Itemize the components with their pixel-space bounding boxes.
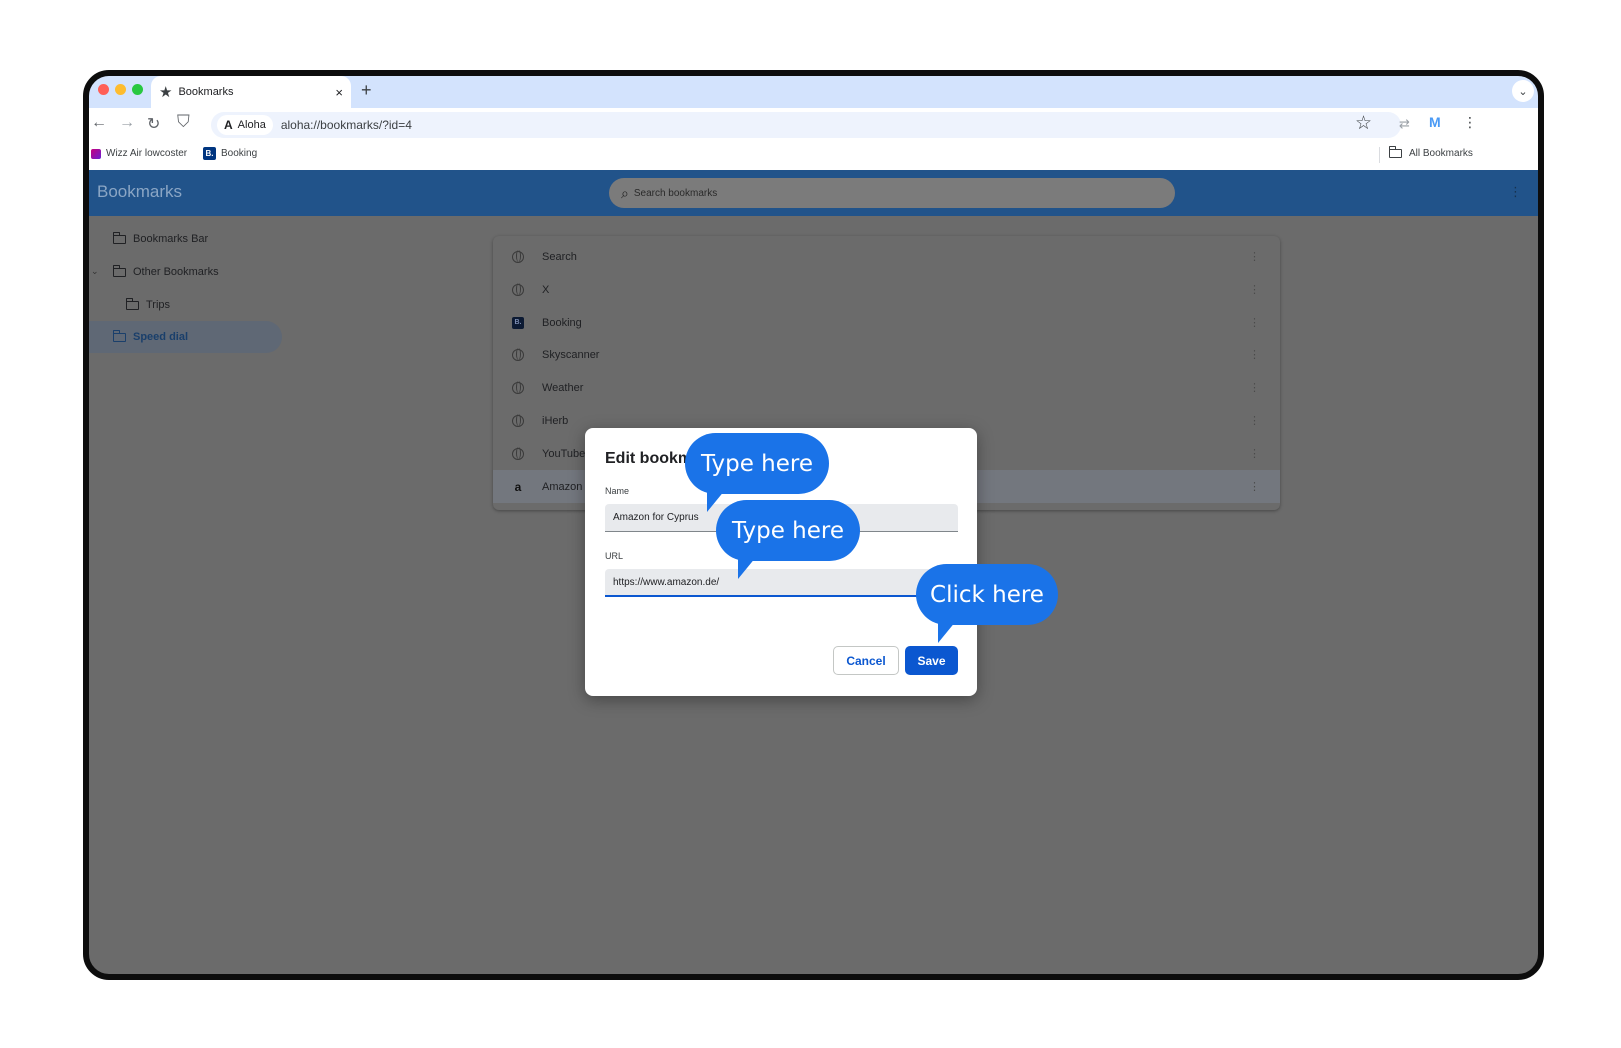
url-label: URL [605,551,624,561]
bookmark-title: Search [542,250,577,263]
cancel-button[interactable]: Cancel [833,646,899,675]
bookmark-title: Weather [542,381,584,394]
wizz-air-icon [91,148,101,159]
tab-bookmarks[interactable]: ★ Bookmarks × [151,76,351,108]
url-field[interactable] [605,569,958,597]
star-icon: ★ [159,84,173,101]
page-menu-icon[interactable]: ⋮ [1509,184,1522,200]
bookmark-title: Skyscanner [542,348,600,361]
folder-icon [1388,146,1402,158]
row-menu-icon[interactable]: ⋮ [1249,348,1260,361]
close-window-button[interactable] [98,84,109,95]
bookmark-label: Wizz Air lowcoster [106,148,188,159]
callout-click-save: Click here [916,564,1058,643]
profile-avatar[interactable]: M [1429,114,1441,130]
row-menu-icon[interactable]: ⋮ [1249,283,1260,296]
globe-icon [512,250,524,263]
all-bookmarks-button[interactable]: All Bookmarks [1388,146,1473,159]
list-item[interactable]: B. Booking ⋮ [493,306,1280,339]
list-item[interactable]: X ⋮ [493,273,1280,306]
sidebar-item-speed-dial[interactable]: Speed dial [89,321,282,353]
bookmark-title: Amazon [542,480,583,493]
forward-button[interactable]: → [119,114,135,132]
folder-icon [112,264,126,277]
search-icon: ⌕ [621,184,629,201]
row-menu-icon[interactable]: ⋮ [1249,447,1260,460]
bookmark-star-icon[interactable]: ☆ [1355,112,1372,135]
sidebar-item-label: Speed dial [133,331,189,343]
amazon-icon: a [514,479,522,494]
address-bar[interactable]: A Aloha aloha://bookmarks/?id=4 [211,112,1401,138]
folder-icon [112,329,126,342]
globe-icon [512,414,524,427]
sidebar-item-bookmarks-bar[interactable]: Bookmarks Bar [89,223,279,255]
maximize-window-button[interactable] [132,84,143,95]
shield-icon[interactable]: ⛉ [177,112,190,132]
tab-strip: ★ Bookmarks × + ⌄ [89,76,1538,108]
close-tab-icon[interactable]: × [335,85,343,100]
site-chip-label: Aloha [237,119,266,131]
folder-icon [125,297,139,310]
row-menu-icon[interactable]: ⋮ [1249,414,1260,427]
reload-button[interactable]: ↻ [147,114,160,134]
new-tab-button[interactable]: + [361,80,372,101]
booking-icon: B. [512,316,524,329]
callout-type-name: Type here [685,433,829,512]
bookmark-label: Booking [221,148,258,159]
sidebar-item-other-bookmarks[interactable]: Other Bookmarks [89,256,279,288]
page-title: Bookmarks [97,182,183,201]
name-label: Name [605,486,630,496]
row-menu-icon[interactable]: ⋮ [1249,316,1260,329]
globe-icon [512,283,524,296]
bookmark-title: iHerb [542,414,569,427]
browser-window: ★ Bookmarks × + ⌄ ← → ↻ ⛉ A Aloha aloha:… [83,70,1544,980]
url-text: aloha://bookmarks/?id=4 [280,118,412,132]
sidebar-item-label: Trips [146,299,171,311]
browser-menu-icon[interactable]: ⋮ [1463,114,1477,131]
bookmarks-separator [1379,147,1380,163]
list-item[interactable]: Skyscanner ⋮ [493,338,1280,371]
all-bookmarks-label: All Bookmarks [1409,148,1473,159]
callout-type-url: Type here [716,500,860,579]
globe-icon [512,348,524,361]
bookmarks-bar: Wizz Air lowcoster B. Booking All Bookma… [89,140,1538,170]
back-button[interactable]: ← [91,114,107,132]
minimize-window-button[interactable] [115,84,126,95]
list-item[interactable]: Weather ⋮ [493,371,1280,404]
bookmark-title: YouTube [542,447,586,460]
row-menu-icon[interactable]: ⋮ [1249,480,1260,493]
aloha-logo-icon: A [224,118,233,132]
tab-search-button[interactable]: ⌄ [1512,80,1534,102]
site-chip[interactable]: A Aloha [217,115,273,135]
bookmarks-header: Bookmarks ⌕ Search bookmarks ⋮ [89,170,1538,216]
bookmark-wizz-air[interactable]: Wizz Air lowcoster [91,148,187,159]
bookmark-title: X [542,283,550,296]
save-button[interactable]: Save [905,646,958,675]
search-placeholder: Search bookmarks [633,187,718,199]
row-menu-icon[interactable]: ⋮ [1249,250,1260,263]
bookmark-booking[interactable]: B. Booking [203,147,257,160]
globe-icon [512,447,524,460]
search-bookmarks-input[interactable]: ⌕ Search bookmarks [609,178,1175,208]
sidebar-item-label: Other Bookmarks [133,266,219,278]
sidebar-item-trips[interactable]: Trips [89,289,279,321]
bookmark-title: Booking [542,316,582,329]
list-item[interactable]: Search ⋮ [493,240,1280,273]
tab-title: Bookmarks [178,86,234,98]
browser-toolbar: ← → ↻ ⛉ A Aloha aloha://bookmarks/?id=4 … [89,108,1538,140]
folder-icon [112,231,126,244]
globe-icon [512,381,524,394]
booking-icon: B. [203,147,216,160]
row-menu-icon[interactable]: ⋮ [1249,381,1260,394]
extensions-icon[interactable]: ⇄ [1399,116,1410,132]
sidebar-item-label: Bookmarks Bar [133,233,209,245]
